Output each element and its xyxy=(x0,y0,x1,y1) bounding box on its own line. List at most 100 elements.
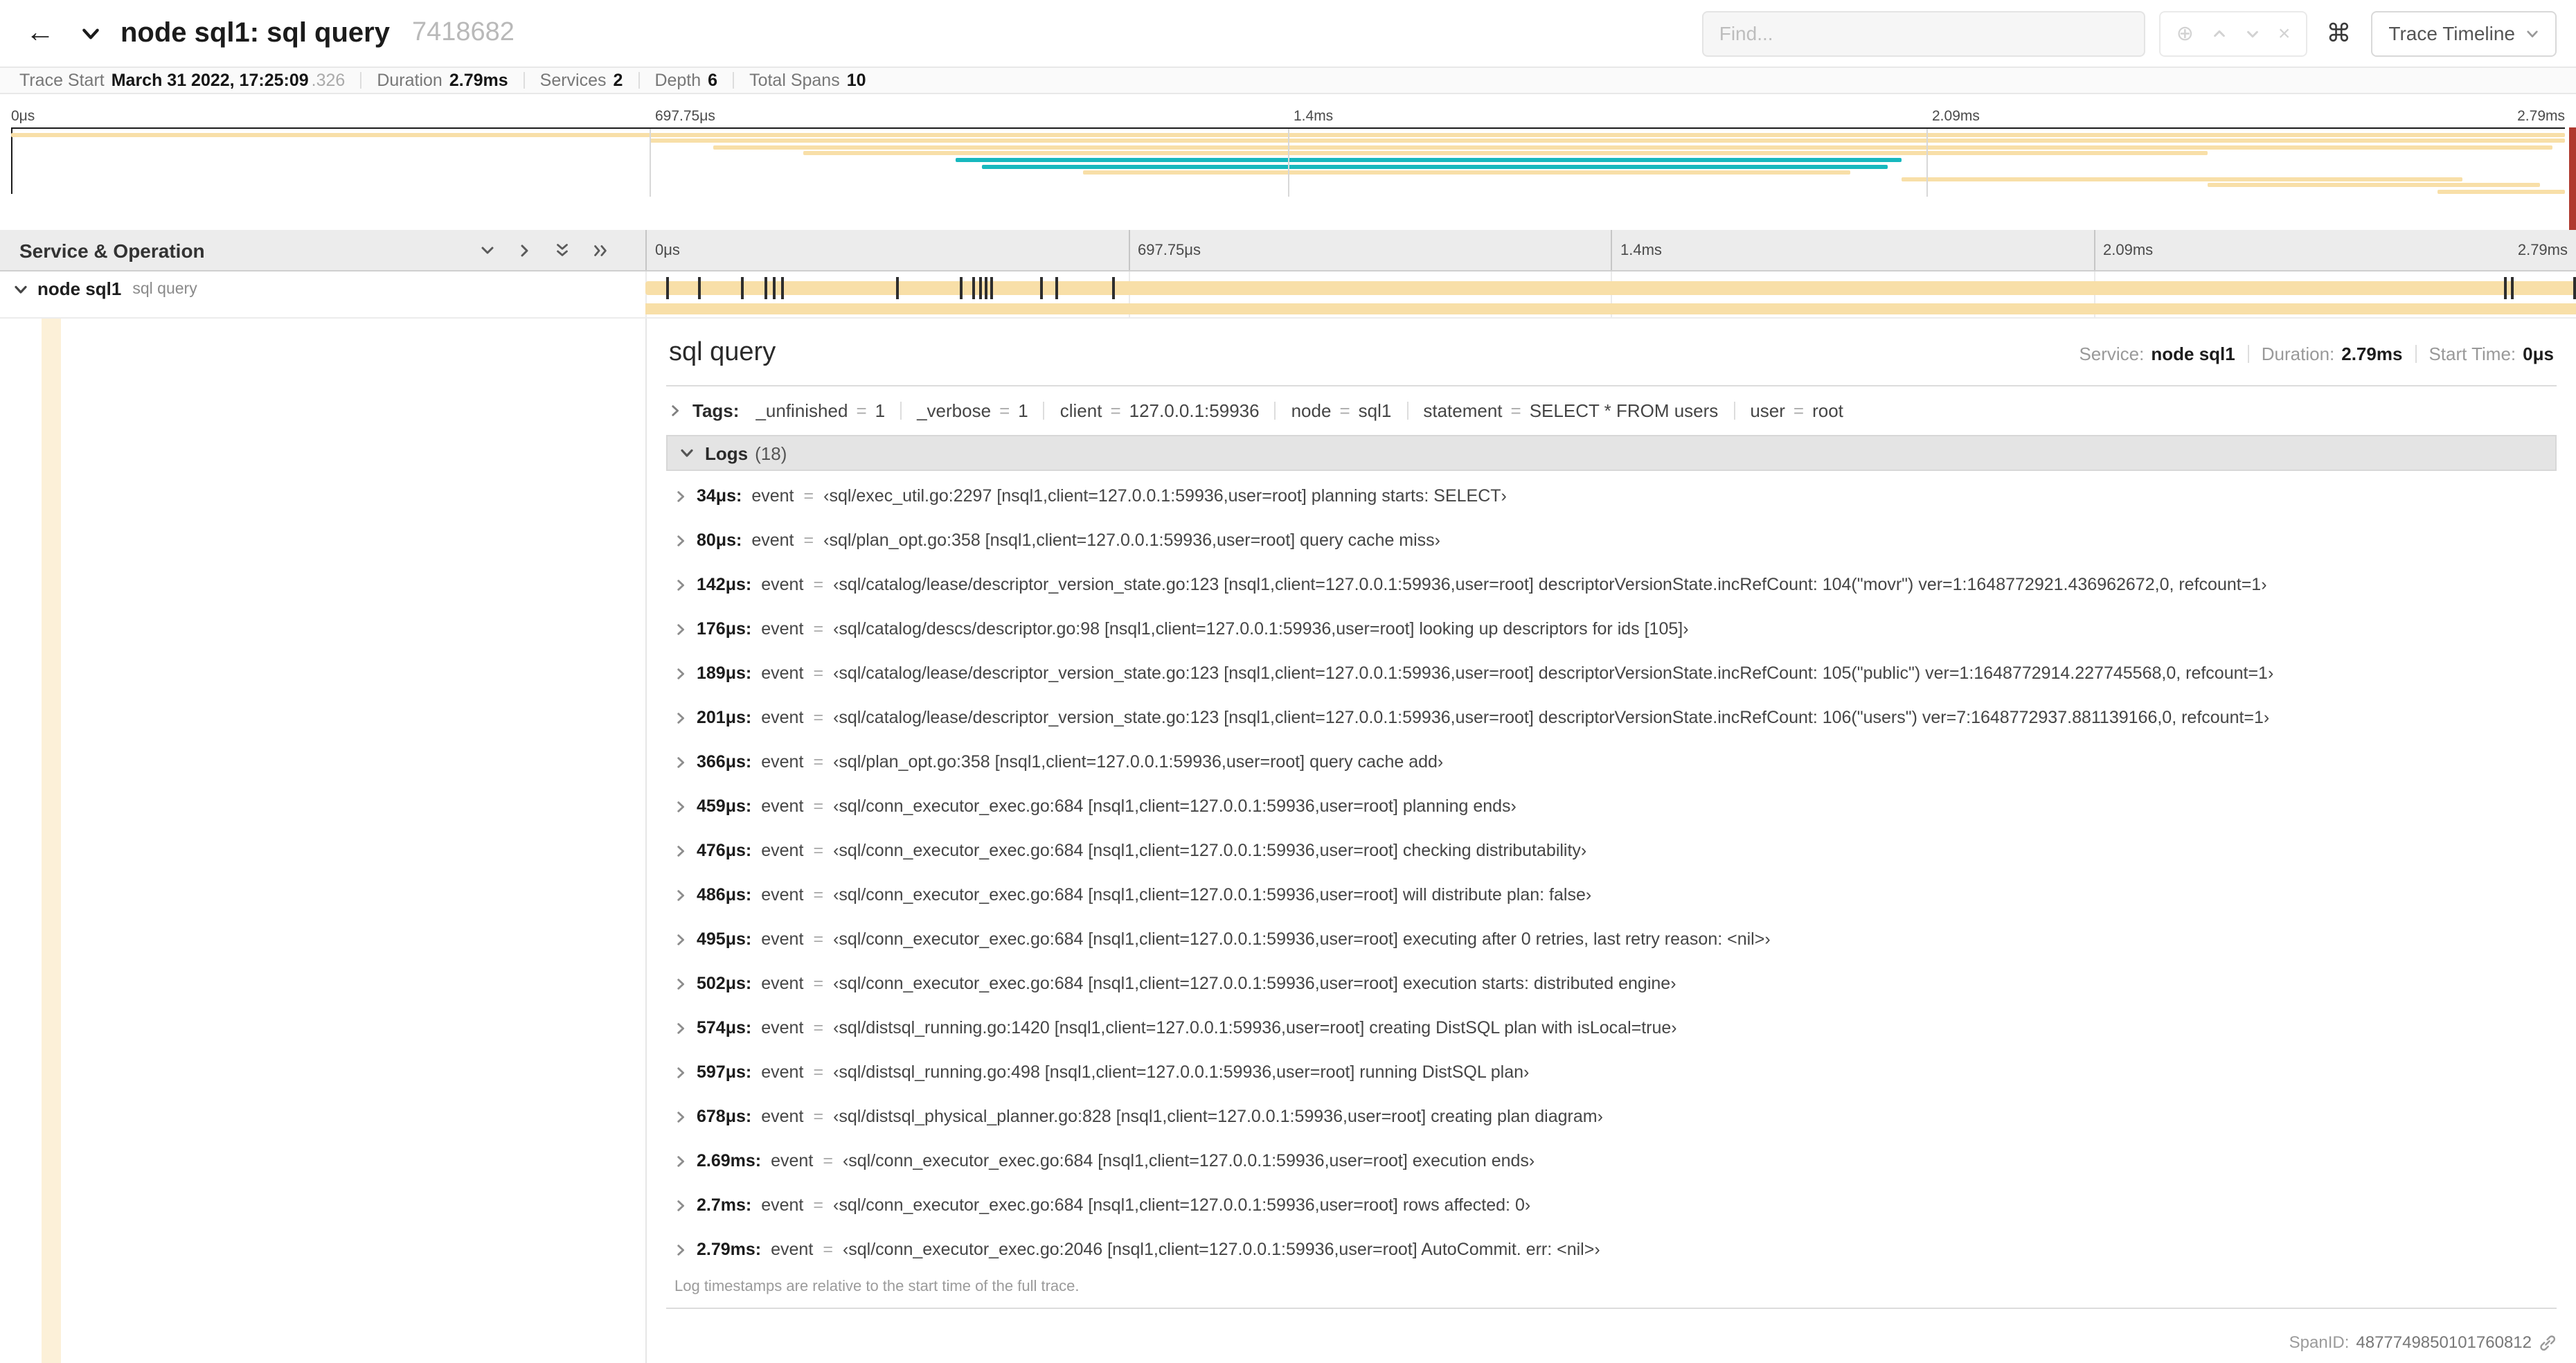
log-entry[interactable]: 366μs: event = ‹sql/plan_opt.go:358 [nsql1,… xyxy=(666,740,2557,784)
logs-list: 34μs: event = ‹sql/exec_util.go:2297 [nsql1… xyxy=(666,471,2557,1272)
equals-sign: = xyxy=(823,1240,833,1259)
back-button[interactable]: ← xyxy=(19,12,61,54)
log-entry[interactable]: 597μs: event = ‹sql/distsql_running.go:498 … xyxy=(666,1050,2557,1094)
tags-row[interactable]: Tags: _unfinished = 1 _verbose = 1 client = 127.… xyxy=(666,386,2557,435)
logs-header[interactable]: Logs (18) xyxy=(666,435,2557,471)
next-result-icon[interactable] xyxy=(2245,26,2260,41)
minimap-canvas[interactable] xyxy=(11,127,2565,197)
equals-sign: = xyxy=(813,1195,824,1215)
find-input[interactable] xyxy=(1702,10,2146,56)
chevron-right-icon xyxy=(674,844,687,857)
link-icon[interactable] xyxy=(2539,1333,2557,1351)
log-entry[interactable]: 142μs: event = ‹sql/catalog/lease/descripto… xyxy=(666,562,2557,607)
expand-all-icon[interactable] xyxy=(591,242,609,258)
tag-key: client xyxy=(1059,400,1102,421)
equals-sign: = xyxy=(813,1018,824,1037)
log-entry[interactable]: 678μs: event = ‹sql/distsql_physical_planne… xyxy=(666,1094,2557,1139)
log-entry[interactable]: 176μs: event = ‹sql/catalog/descs/descripto… xyxy=(666,607,2557,651)
equals-sign: = xyxy=(823,1151,833,1170)
chevron-right-icon xyxy=(674,534,687,546)
log-marker xyxy=(740,277,744,299)
collapse-one-icon[interactable] xyxy=(479,242,496,258)
equals-sign: = xyxy=(1793,400,1805,421)
expand-one-icon[interactable] xyxy=(517,242,533,258)
equals-sign: = xyxy=(813,663,824,683)
span-row-name-cell[interactable]: node sql1 sql query xyxy=(0,271,645,317)
log-entry[interactable]: 189μs: event = ‹sql/catalog/lease/descripto… xyxy=(666,651,2557,695)
prev-result-icon[interactable] xyxy=(2212,26,2227,41)
summary-item-label: Services xyxy=(539,71,607,90)
log-entry[interactable]: 459μs: event = ‹sql/conn_executor_exec.go:6… xyxy=(666,784,2557,828)
log-field-key: event xyxy=(751,531,794,550)
timeline-ticks: 0μs 697.75μs 1.4ms 2.09ms 2.79ms xyxy=(645,230,2576,270)
log-timestamp: 2.69ms: xyxy=(697,1151,762,1170)
timeline-tick-label: 697.75μs xyxy=(1128,230,1201,270)
span-detail-header: sql query Service: node sql1 Duration: 2… xyxy=(666,330,2557,386)
summary-item-label: Depth xyxy=(654,71,701,90)
log-entry[interactable]: 495μs: event = ‹sql/conn_executor_exec.go:6… xyxy=(666,917,2557,961)
log-field-key: event xyxy=(761,575,804,594)
chevron-right-icon xyxy=(674,578,687,591)
page-title: node sql1: sql query xyxy=(120,17,390,48)
log-entry[interactable]: 80μs: event = ‹sql/plan_opt.go:358 [nsql1,c… xyxy=(666,518,2557,562)
tag-key: node xyxy=(1291,400,1332,421)
locate-span-icon[interactable]: ⊕ xyxy=(2176,21,2194,46)
log-entry[interactable]: 476μs: event = ‹sql/conn_executor_exec.go:6… xyxy=(666,828,2557,873)
equals-sign: = xyxy=(999,400,1010,421)
equals-sign: = xyxy=(856,400,867,421)
meta-separator xyxy=(2247,345,2249,363)
log-field-value: ‹sql/conn_executor_exec.go:684 [nsql1,cl… xyxy=(833,974,1676,993)
logs-count: (18) xyxy=(755,443,787,463)
log-field-key: event xyxy=(751,486,794,506)
log-marker xyxy=(1111,277,1115,299)
chevron-right-icon xyxy=(674,756,687,768)
log-field-value: ‹sql/catalog/lease/descriptor_version_st… xyxy=(833,575,2267,594)
header-actions: ⊕ × ⌘ Trace Timeline xyxy=(1702,10,2557,56)
span-bar[interactable] xyxy=(645,281,2576,295)
log-timestamp: 486μs: xyxy=(697,885,752,905)
log-marker xyxy=(2504,277,2507,299)
trace-minimap: 0μs 697.75μs 1.4ms 2.09ms 2.79ms xyxy=(11,108,2565,197)
log-timestamp: 176μs: xyxy=(697,619,752,639)
log-field-value: ‹sql/distsql_running.go:1420 [nsql1,clie… xyxy=(833,1018,1677,1037)
log-marker xyxy=(1039,277,1043,299)
log-marker xyxy=(990,277,993,299)
log-entry[interactable]: 2.69ms: event = ‹sql/conn_executor_exec.go:… xyxy=(666,1139,2557,1183)
start-time-label: Start Time: xyxy=(2429,344,2516,364)
span-row[interactable]: node sql1 sql query xyxy=(0,271,2576,319)
span-timeline[interactable] xyxy=(645,271,2576,317)
trace-collapse-chevron-icon[interactable] xyxy=(80,23,101,44)
equals-sign: = xyxy=(813,575,824,594)
summary-item-value: March 31 2022, 17:25:09 xyxy=(111,71,309,90)
chevron-right-icon xyxy=(674,667,687,679)
summary-separator xyxy=(638,72,640,89)
trace-view-selector[interactable]: Trace Timeline xyxy=(2370,10,2557,56)
log-marker xyxy=(985,277,988,299)
chevron-right-icon xyxy=(674,1199,687,1211)
log-timestamp: 201μs: xyxy=(697,708,752,727)
keyboard-shortcuts-button[interactable]: ⌘ xyxy=(2320,19,2356,48)
log-entry[interactable]: 486μs: event = ‹sql/conn_executor_exec.go:6… xyxy=(666,873,2557,917)
log-entry[interactable]: 574μs: event = ‹sql/distsql_running.go:1420… xyxy=(666,1006,2557,1050)
log-field-value: ‹sql/catalog/lease/descriptor_version_st… xyxy=(833,708,2270,727)
minimap-left-handle[interactable] xyxy=(11,129,12,194)
timeline-header-left: Service & Operation xyxy=(0,230,645,270)
chevron-right-icon xyxy=(674,1155,687,1167)
span-operation-name: sql query xyxy=(132,281,197,298)
service-meta: Service: node sql1 xyxy=(2079,344,2235,364)
log-field-value: ‹sql/distsql_physical_planner.go:828 [ns… xyxy=(833,1107,1603,1126)
tag-separator xyxy=(1043,402,1045,420)
collapse-all-icon[interactable] xyxy=(554,241,571,259)
log-entry[interactable]: 2.79ms: event = ‹sql/conn_executor_exec.go:… xyxy=(666,1227,2557,1272)
log-entry[interactable]: 201μs: event = ‹sql/catalog/lease/descripto… xyxy=(666,695,2557,740)
log-entry[interactable]: 2.7ms: event = ‹sql/conn_executor_exec.go:6… xyxy=(666,1183,2557,1227)
log-timestamp: 142μs: xyxy=(697,575,752,594)
log-field-value: ‹sql/plan_opt.go:358 [nsql1,client=127.0… xyxy=(823,531,1441,550)
log-timestamp: 476μs: xyxy=(697,841,752,860)
span-detail-panel: sql query Service: node sql1 Duration: 2… xyxy=(645,319,2576,1363)
log-entry[interactable]: 502μs: event = ‹sql/conn_executor_exec.go:6… xyxy=(666,961,2557,1006)
clear-search-icon[interactable]: × xyxy=(2278,23,2291,44)
log-field-key: event xyxy=(761,1107,804,1126)
chevron-down-icon[interactable] xyxy=(14,282,28,296)
log-entry[interactable]: 34μs: event = ‹sql/exec_util.go:2297 [nsql1… xyxy=(666,474,2557,518)
